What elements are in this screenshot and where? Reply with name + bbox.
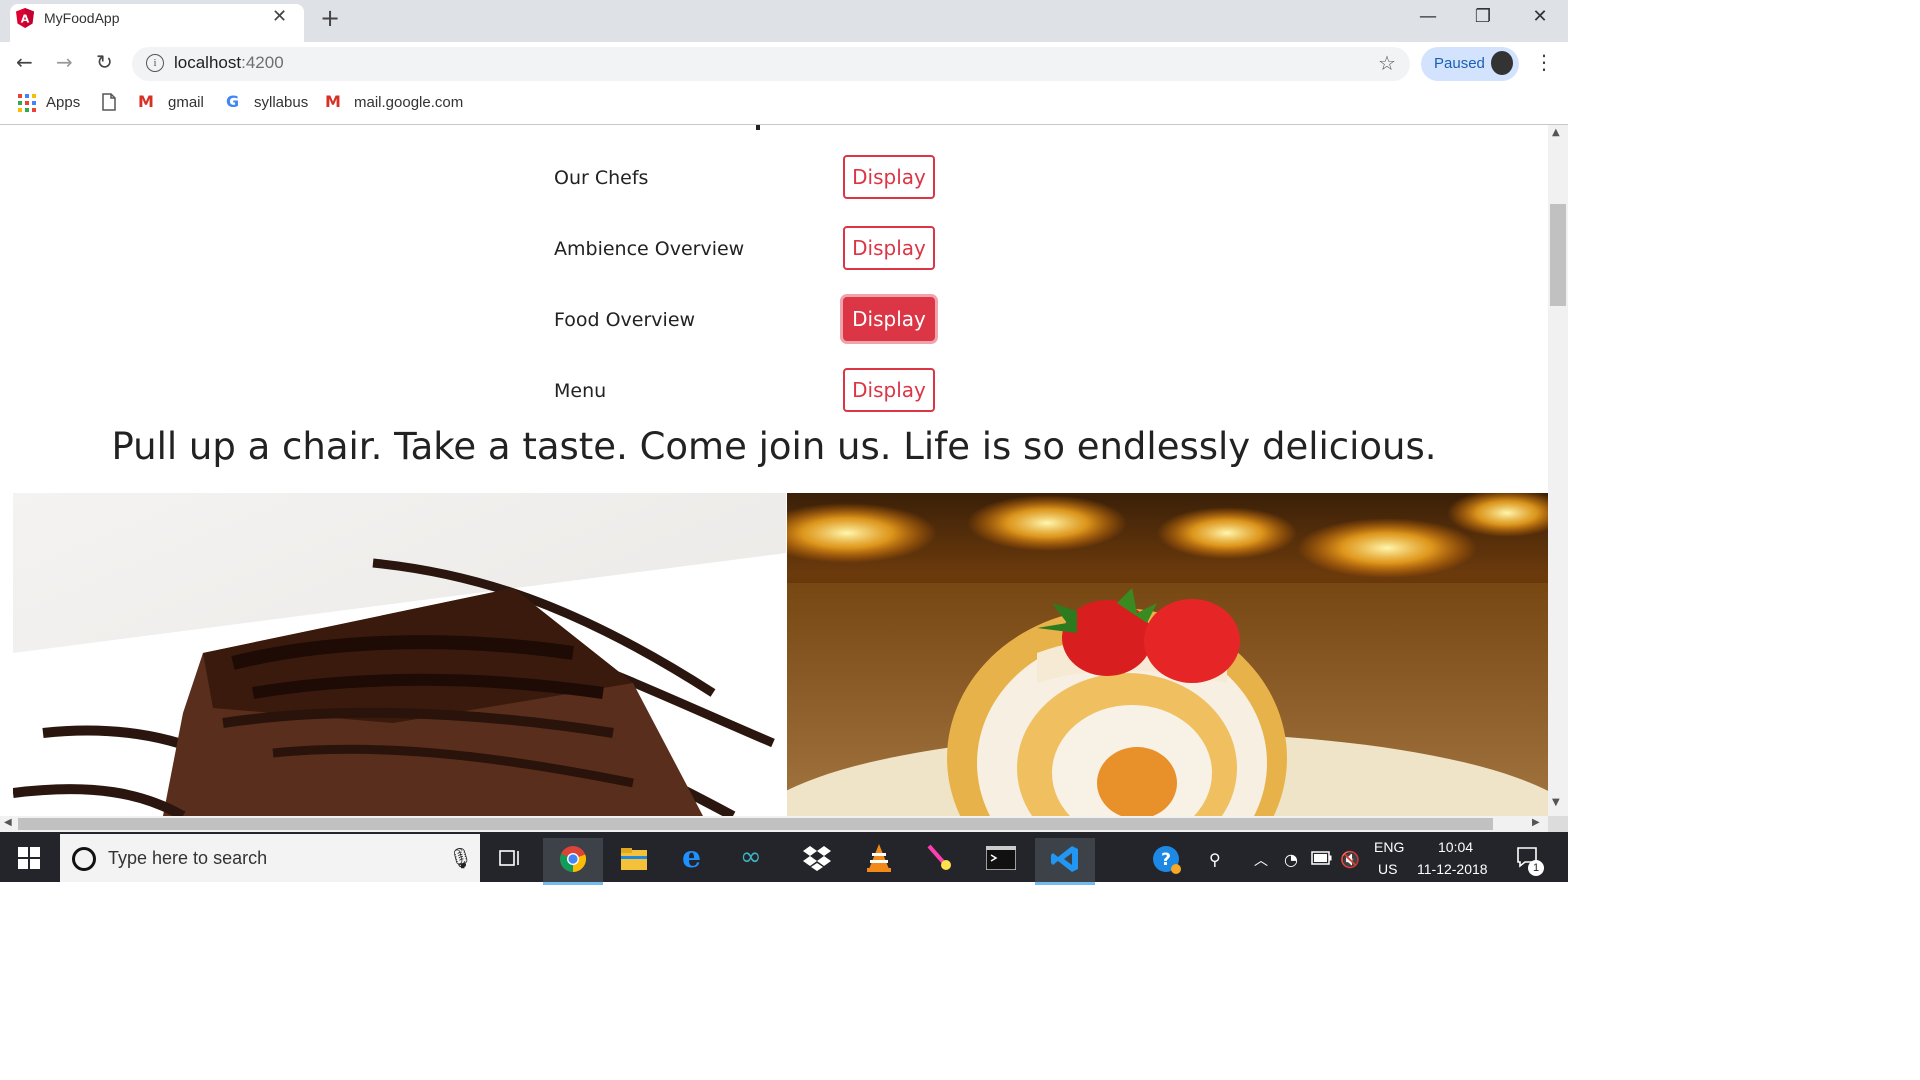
people-icon[interactable]: ⚲	[1209, 850, 1221, 869]
bookmark-mail-google[interactable]: mail.google.com	[354, 94, 463, 111]
chrome-icon	[560, 846, 587, 872]
battery-icon[interactable]	[1311, 851, 1333, 865]
bookmark-apps[interactable]: Apps	[46, 94, 80, 111]
keyboard-layout-indicator[interactable]: US	[1378, 861, 1397, 877]
paint-tool-icon[interactable]	[926, 843, 954, 873]
bookmark-star-icon[interactable]: ☆	[1378, 51, 1396, 75]
wifi-icon[interactable]: ◔	[1284, 850, 1298, 869]
task-view-icon[interactable]	[498, 848, 522, 868]
horizontal-scroll-thumb[interactable]	[18, 818, 1493, 830]
arduino-icon[interactable]: ∞	[740, 842, 762, 872]
bookmark-syllabus[interactable]: syllabus	[254, 94, 308, 111]
section-label-menu: Menu	[554, 380, 607, 402]
dropbox-icon[interactable]	[802, 845, 832, 871]
scroll-left-icon[interactable]: ◀	[4, 817, 12, 828]
vertical-scroll-thumb[interactable]	[1550, 204, 1566, 306]
section-label-food-overview: Food Overview	[554, 309, 696, 331]
browser-menu-icon[interactable]: ⋮	[1534, 50, 1554, 74]
file-explorer-icon	[621, 848, 647, 870]
address-bar[interactable]	[132, 47, 1410, 81]
gmail-icon: M	[325, 92, 341, 111]
display-button-menu[interactable]: Display	[843, 368, 935, 412]
window-close-icon[interactable]: ✕	[1520, 6, 1560, 27]
apps-grid-icon	[18, 94, 36, 112]
volume-muted-icon[interactable]: 🔇	[1340, 850, 1360, 869]
bookmark-gmail[interactable]: gmail	[168, 94, 204, 111]
scroll-up-icon[interactable]: ▲	[1552, 127, 1560, 138]
help-icon[interactable]: ?	[1152, 845, 1182, 875]
taskbar-search-placeholder[interactable]: Type here to search	[108, 848, 267, 869]
language-indicator[interactable]: ENG	[1374, 839, 1404, 855]
avatar[interactable]	[1491, 51, 1513, 75]
notification-count-badge: 1	[1528, 860, 1544, 876]
scroll-right-icon[interactable]: ▶	[1532, 817, 1540, 828]
scrollbar-corner	[1548, 816, 1568, 832]
tab-title: MyFoodApp	[44, 10, 120, 26]
url-host: localhost	[174, 53, 242, 72]
chocolate-cake-image	[13, 493, 786, 816]
svg-text:?: ?	[1161, 850, 1171, 870]
edge-icon[interactable]: e	[682, 840, 701, 875]
angular-favicon-icon: A	[16, 8, 34, 28]
vscode-icon	[1051, 846, 1078, 872]
clock-date[interactable]: 11-12-2018	[1417, 861, 1488, 877]
tagline: Pull up a chair. Take a taste. Come join…	[111, 425, 1437, 468]
page-icon[interactable]	[102, 93, 116, 111]
forward-icon[interactable]: →	[56, 50, 73, 74]
svg-text:A: A	[21, 13, 30, 26]
gmail-icon: M	[138, 92, 154, 111]
back-icon[interactable]: ←	[16, 50, 33, 74]
display-button-ambience[interactable]: Display	[843, 226, 935, 270]
terminal-icon[interactable]	[986, 846, 1016, 870]
cut-off-text-fragment	[756, 125, 760, 130]
display-button-food-overview[interactable]: Display	[843, 297, 935, 341]
cortana-icon	[72, 847, 96, 871]
google-icon: G	[226, 92, 240, 111]
restore-icon[interactable]: ❐	[1463, 6, 1503, 27]
page-viewport: Our Chefs Display Ambience Overview Disp…	[0, 125, 1548, 816]
windows-start-icon[interactable]	[18, 847, 40, 869]
url-text[interactable]: localhost:4200	[174, 53, 284, 73]
reload-icon[interactable]: ↻	[96, 50, 113, 74]
minimize-icon[interactable]: —	[1408, 6, 1448, 27]
strawberry-roll-cake-image	[787, 493, 1548, 816]
new-tab-icon[interactable]: +	[320, 4, 340, 32]
scroll-down-icon[interactable]: ▼	[1552, 797, 1560, 808]
tab-close-icon[interactable]: ✕	[272, 6, 287, 27]
url-port: :4200	[241, 53, 284, 72]
site-info-icon[interactable]: i	[146, 54, 164, 72]
section-label-ambience: Ambience Overview	[554, 238, 745, 260]
display-button-our-chefs[interactable]: Display	[843, 155, 935, 199]
profile-status-label: Paused	[1434, 55, 1485, 72]
vlc-icon[interactable]	[866, 843, 892, 873]
section-label-our-chefs: Our Chefs	[554, 167, 649, 189]
microphone-icon[interactable]: 🎙	[448, 846, 473, 870]
clock-time[interactable]: 10:04	[1438, 839, 1473, 855]
tray-overflow-icon[interactable]: ︿	[1254, 850, 1268, 870]
